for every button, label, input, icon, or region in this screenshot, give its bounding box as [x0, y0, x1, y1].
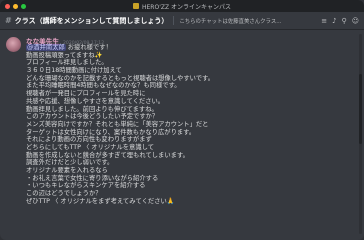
message-line: それにより動画の方向性も変わりますがまず: [26, 136, 152, 144]
message-line: どちらにしてもTTP 〈 オリジナルを意識して: [26, 143, 155, 151]
user-mention[interactable]: @酒井南太郎: [26, 44, 66, 51]
chat-message: なな美先生 2020/02/09 17:12 @酒井南太郎 お疲れ様です！ 動画…: [6, 36, 358, 205]
message-list: なな美先生 2020/02/09 17:12 @酒井南太郎 お疲れ様です！ 動画…: [0, 30, 364, 205]
message-content: @酒井南太郎 お疲れ様です！ 動画投稿頑張ってますね✨ プロフィール拝見しました。…: [26, 44, 358, 205]
bell-icon[interactable]: ♪: [332, 17, 336, 25]
title-bar: HERO'ZZ オンラインキャンパス: [0, 0, 364, 12]
message-line: ３６０日18時間動画に付け加えて: [26, 67, 122, 75]
message-line: 視聴者が一発目にプロフィールを見た時に: [26, 90, 146, 98]
header-divider: [173, 16, 175, 25]
message-line: また平均睡眠時間4時間もなぜなのかな？も同様です。: [26, 82, 181, 90]
scrollbar-thumb[interactable]: [359, 74, 362, 144]
app-window: HERO'ZZ オンラインキャンパス # クラス（講師をメンションして質問しまし…: [0, 0, 364, 240]
message-line: ・いつもキレながらスキンケアを紹介する: [26, 182, 146, 190]
message-line: プロフィール拝見しました。: [26, 59, 108, 67]
app-title: HERO'ZZ オンラインキャンパス: [0, 0, 364, 12]
channel-header: # クラス（講師をメンションして質問しましょう） こちらのチャットは佐藤直美さん…: [0, 12, 364, 30]
threads-icon[interactable]: ≡: [321, 17, 327, 25]
message-line: ぜひTTP 〈 オリジナルをまず考えてみてください🙏: [26, 197, 175, 205]
message-line-text: お疲れ様です！: [65, 44, 112, 51]
message-line: 調査外だけだと少し弱いです。: [26, 159, 114, 167]
scrollbar[interactable]: [359, 34, 362, 234]
message-body: なな美先生 2020/02/09 17:12 @酒井南太郎 お疲れ様です！ 動画…: [26, 36, 358, 205]
message-line: 共感や応援、想像しやすさを意識してください。: [26, 97, 165, 105]
message-line: この辺はどうでしょうか？: [26, 190, 102, 198]
pin-icon[interactable]: ⚲: [342, 17, 347, 25]
message-line: メンズ美容向けですか？それとも単純に「美容アカウント」だと: [26, 120, 209, 128]
message-line: オリジナル要素を入れるなら: [26, 167, 108, 174]
message-line: このアカウントは今後どうしたい予定ですか？: [26, 113, 159, 121]
avatar[interactable]: [6, 37, 21, 52]
message-header: なな美先生 2020/02/09 17:12: [26, 36, 358, 46]
channel-name: クラス（講師をメンションして質問しましょう）: [14, 16, 169, 25]
app-title-text: HERO'ZZ オンラインキャンパス: [142, 3, 231, 11]
app-logo-icon: [133, 3, 139, 9]
members-icon[interactable]: ☺: [352, 17, 359, 25]
channel-topic[interactable]: こちらのチャットは佐藤直美さんクラス...: [179, 17, 318, 25]
message-line: @酒井南太郎 お疲れ様です！: [26, 44, 358, 52]
hash-icon: #: [5, 16, 12, 25]
header-toolbar: ≡ ♪ ⚲ ☺: [321, 17, 359, 25]
